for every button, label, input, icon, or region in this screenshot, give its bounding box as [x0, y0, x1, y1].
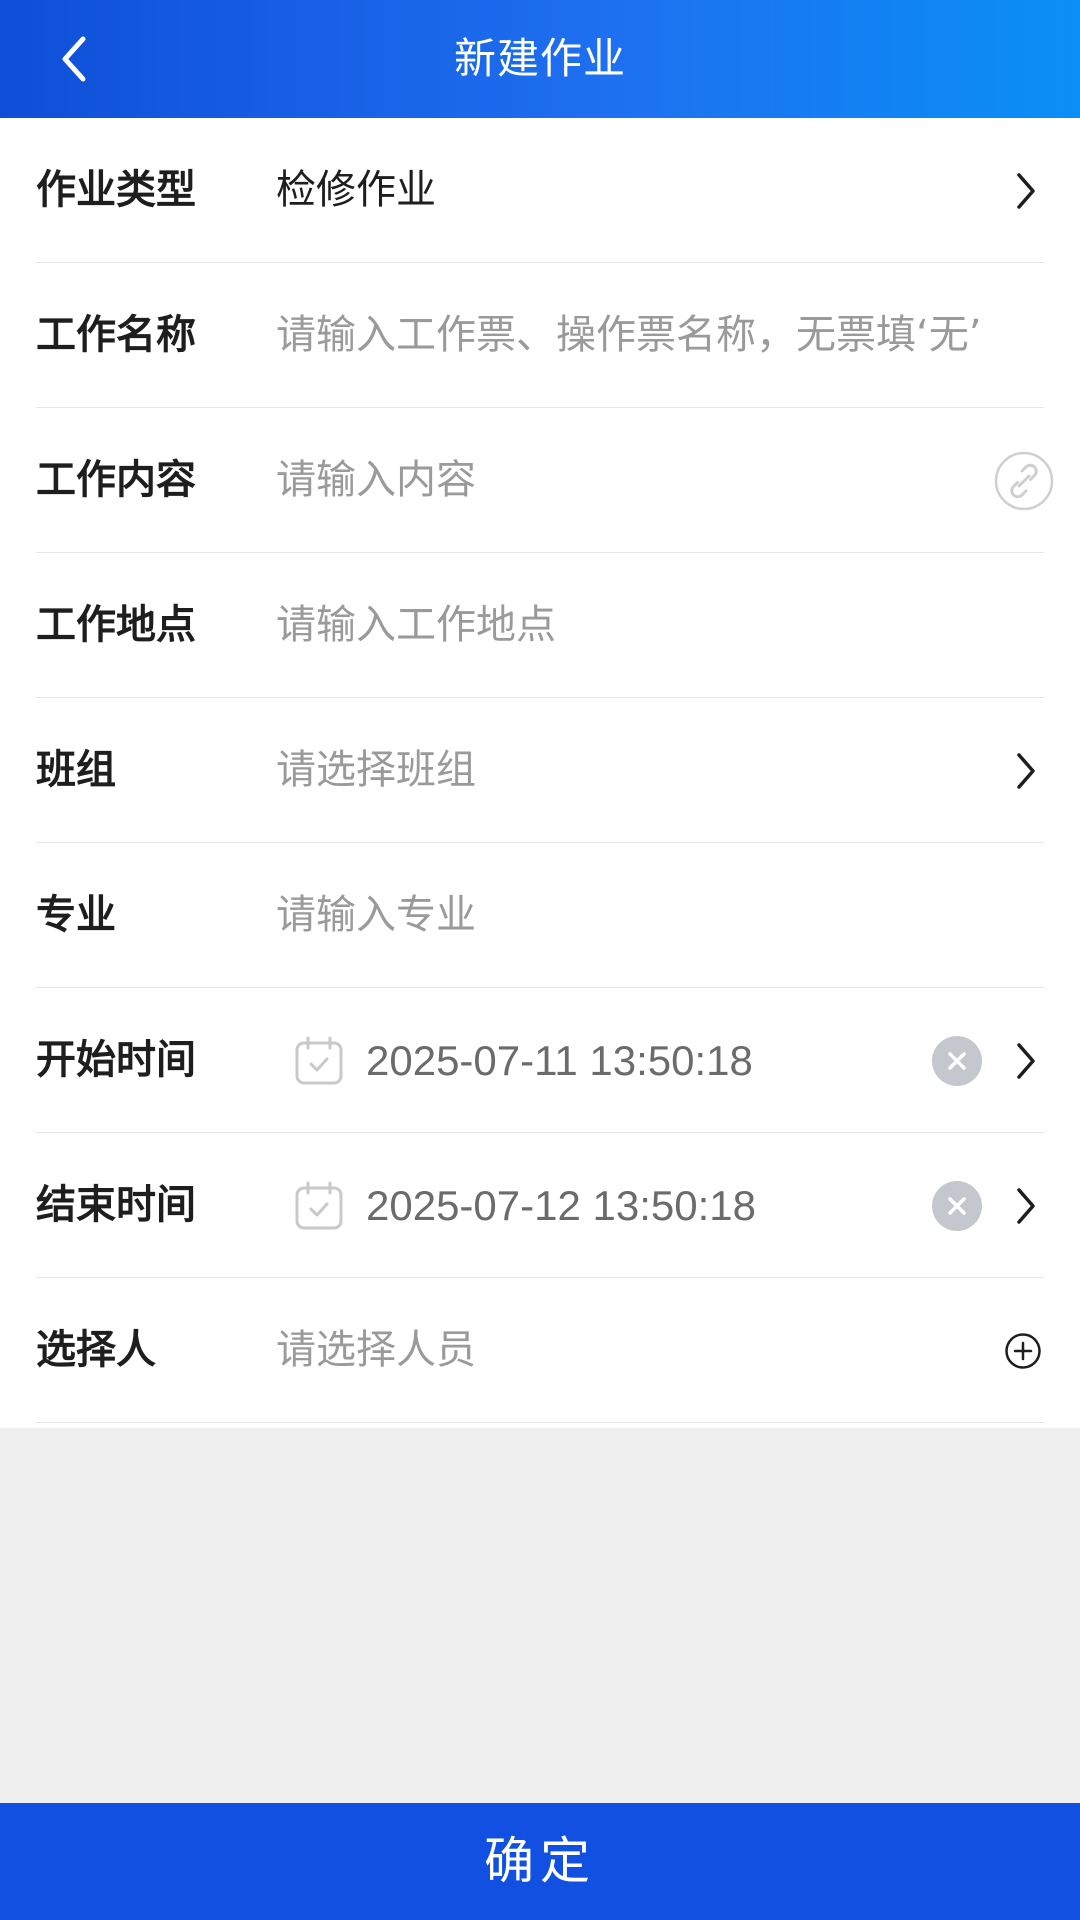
start-time-value[interactable]: 2025-07-11 13:50:18: [366, 988, 753, 1133]
confirm-button[interactable]: 确定: [0, 1803, 1080, 1920]
work-location-input[interactable]: 请输入工作地点: [276, 553, 1016, 698]
work-content-input[interactable]: 请输入内容: [276, 408, 776, 553]
specialty-label: 专业: [36, 892, 116, 938]
work-type-label: 作业类型: [36, 167, 196, 213]
chevron-right-icon[interactable]: [1008, 172, 1044, 209]
page-title: 新建作业: [453, 34, 626, 83]
end-time-value[interactable]: 2025-07-12 13:50:18: [366, 1133, 756, 1278]
close-icon: [948, 1051, 966, 1070]
work-location-row: 工作地点 请输入工作地点: [0, 553, 1080, 698]
start-time-row[interactable]: 开始时间 2025-07-11 13:50:18: [0, 988, 1080, 1133]
job-form: 作业类型 检修作业 工作名称 请输入工作票、操作票名称，无票填‘无’ 工作内容 …: [0, 118, 1080, 1428]
start-time-label: 开始时间: [36, 1037, 196, 1083]
end-time-row[interactable]: 结束时间 2025-07-12 13:50:18: [0, 1133, 1080, 1278]
calendar-icon: [295, 1036, 343, 1084]
add-circle-icon[interactable]: [1004, 1332, 1042, 1370]
chevron-right-icon[interactable]: [1008, 1187, 1044, 1224]
selector-row[interactable]: 选择人 请选择人员: [0, 1278, 1080, 1423]
chevron-right-icon[interactable]: [1008, 752, 1044, 789]
work-type-value[interactable]: 检修作业: [276, 118, 436, 263]
team-row[interactable]: 班组 请选择班组: [0, 698, 1080, 843]
specialty-input[interactable]: 请输入专业: [276, 843, 1016, 988]
work-location-label: 工作地点: [36, 602, 196, 648]
work-content-label: 工作内容: [36, 457, 196, 503]
calendar-icon: [295, 1181, 343, 1229]
clear-start-time-button[interactable]: [932, 1035, 982, 1086]
selector-label: 选择人: [36, 1327, 156, 1373]
work-name-row: 工作名称 请输入工作票、操作票名称，无票填‘无’: [0, 263, 1080, 408]
divider: [36, 1422, 1044, 1423]
work-type-row[interactable]: 作业类型 检修作业: [0, 118, 1080, 263]
clear-end-time-button[interactable]: [932, 1180, 982, 1231]
chevron-right-icon[interactable]: [1008, 1042, 1044, 1079]
work-name-label: 工作名称: [36, 312, 196, 358]
app-header: 新建作业: [0, 0, 1080, 118]
close-icon: [948, 1196, 966, 1215]
work-name-input[interactable]: 请输入工作票、操作票名称，无票填‘无’: [276, 263, 1016, 408]
team-label: 班组: [36, 747, 116, 793]
link-icon[interactable]: [994, 451, 1054, 511]
end-time-label: 结束时间: [36, 1182, 196, 1228]
specialty-row: 专业 请输入专业: [0, 843, 1080, 988]
work-content-row: 工作内容 请输入内容: [0, 408, 1080, 553]
selector-input[interactable]: 请选择人员: [276, 1278, 1016, 1423]
team-select[interactable]: 请选择班组: [276, 698, 1016, 843]
